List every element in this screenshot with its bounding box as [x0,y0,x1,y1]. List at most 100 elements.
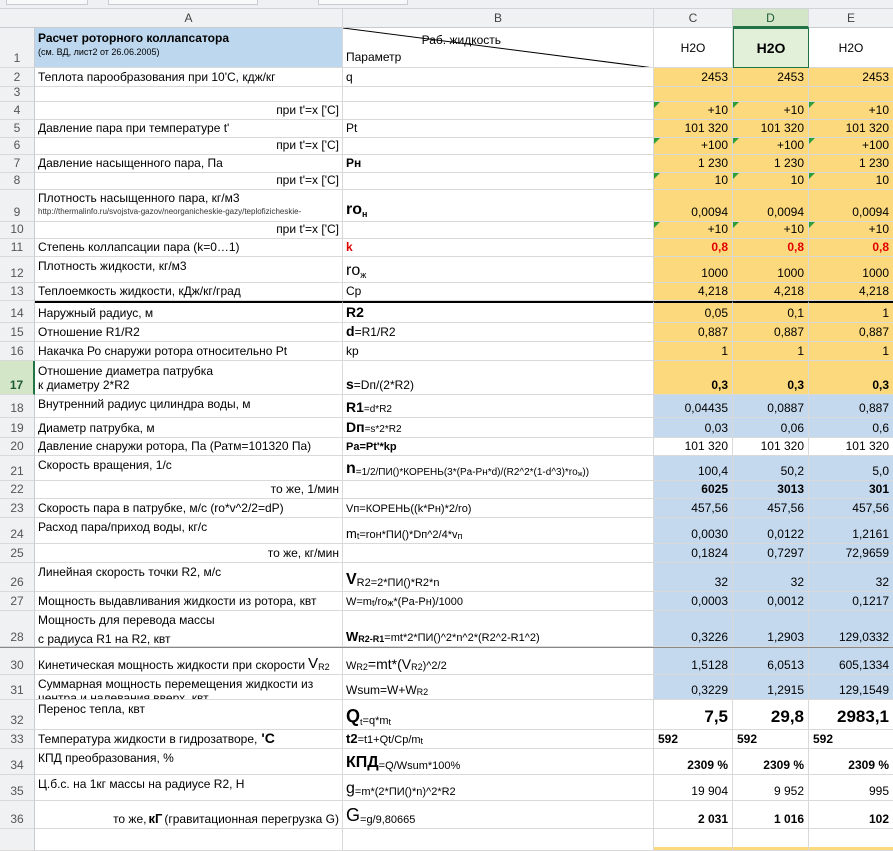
value-cell-c[interactable]: 1 230 [654,155,733,173]
value-cell-c[interactable]: +100 [654,138,733,155]
param-cell[interactable]: k [343,239,654,257]
value-cell-c[interactable]: 10 [654,173,733,190]
row-number[interactable]: 25 [0,544,35,563]
value-cell-e[interactable]: 101 320 [809,438,893,456]
label-cell[interactable] [35,829,343,851]
row-number[interactable]: 18 [0,395,35,418]
label-cell[interactable]: при t'=x ['С] [35,138,343,155]
param-cell[interactable]: V R2 =2*ПИ()*R2*n [343,563,654,592]
param-cell[interactable] [343,138,654,155]
value-cell-d[interactable]: 4,218 [733,283,809,301]
param-cell[interactable]: Pн [343,155,654,173]
value-cell-e[interactable]: 605,1334 [809,648,893,675]
label-cell[interactable]: то же, 1/мин [35,481,343,499]
value-cell-e[interactable]: 72,9659 [809,544,893,563]
label-cell[interactable]: Ц.б.с. на 1кг массы на радиусе R2, Н [35,775,343,801]
row-number[interactable]: 5 [0,120,35,138]
value-cell-c[interactable]: 0,3226 [654,611,733,647]
row-number[interactable]: 2 [0,68,35,87]
value-cell-c[interactable]: +10 [654,102,733,120]
value-cell-d[interactable]: 0,0887 [733,395,809,418]
value-cell-d[interactable]: 0,0094 [733,190,809,222]
row-number[interactable]: 7 [0,155,35,173]
value-cell-e[interactable]: +10 [809,102,893,120]
row-number[interactable]: 33 [0,730,35,749]
row-number[interactable]: 12 [0,257,35,283]
label-cell[interactable]: Суммарная мощность перемещения жидкости … [35,675,343,700]
param-cell[interactable] [343,87,654,102]
value-cell-c[interactable]: +10 [654,222,733,239]
param-cell[interactable] [343,102,654,120]
value-cell-c[interactable]: 0,0003 [654,592,733,611]
value-cell-e[interactable]: 2309 % [809,749,893,775]
param-cell[interactable]: Qt =q*m t [343,700,654,730]
label-cell[interactable]: Мощность для перевода массы с радиуса R1… [35,611,343,647]
value-cell-c[interactable]: 0,05 [654,301,733,323]
param-cell[interactable]: kp [343,342,654,361]
value-cell-d[interactable]: 0,0012 [733,592,809,611]
value-cell-c[interactable]: 32 [654,563,733,592]
value-cell-e[interactable]: 1,2161 [809,518,893,544]
row-number[interactable]: 11 [0,239,35,257]
label-cell[interactable]: Скорость пара в патрубке, м/с (ro*v^2/2=… [35,499,343,518]
label-cell[interactable]: Скорость вращения, 1/с [35,456,343,481]
value-cell-e[interactable]: 0,887 [809,395,893,418]
param-cell[interactable]: Wsum=W+W R2 [343,675,654,700]
value-cell-d[interactable]: 0,7297 [733,544,809,563]
row-number[interactable]: 32 [0,700,35,730]
label-cell[interactable]: Давление насыщенного пара, Па [35,155,343,173]
column-header-d[interactable]: D [733,9,809,28]
label-cell[interactable]: Давление снаружи ротора, Па (Ратм=101320… [35,438,343,456]
fluid-cell-d[interactable]: H2O [733,28,809,68]
row-number[interactable]: 27 [0,592,35,611]
value-cell-e[interactable]: 0,8 [809,239,893,257]
value-cell-d[interactable]: 2309 % [733,749,809,775]
value-cell-c[interactable]: 457,56 [654,499,733,518]
param-cell[interactable]: d =R1/R2 [343,323,654,342]
header-param-cell[interactable]: Раб. жидкость Параметр [343,28,654,68]
row-number[interactable]: 17 [0,361,35,395]
param-cell[interactable]: n =1/2/ПИ()*КОРЕНЬ(3*(Pa-Pн*d)/(R2^2*(1-d… [343,456,654,481]
param-cell[interactable]: t2 =t1+Qt/Cp/m t [343,730,654,749]
label-cell[interactable]: Кинетическая мощность жидкости при скоро… [35,648,343,675]
value-cell-d[interactable]: 0,8 [733,239,809,257]
value-cell-d[interactable]: 1 016 [733,801,809,829]
param-cell[interactable]: Pt [343,120,654,138]
value-cell-c[interactable]: 19 904 [654,775,733,801]
value-cell-e[interactable]: 5,0 [809,456,893,481]
label-cell[interactable]: Плотность жидкости, кг/м3 [35,257,343,283]
param-cell[interactable]: G =g/9,80665 [343,801,654,829]
value-cell-c[interactable]: 0,3 [654,361,733,395]
row-number[interactable]: 6 [0,138,35,155]
column-header-a[interactable]: A [35,9,343,28]
value-cell-e[interactable]: 101 320 [809,120,893,138]
value-cell-c[interactable]: 0,1824 [654,544,733,563]
column-header-b[interactable]: B [343,9,654,28]
row-number[interactable]: 30 [0,648,35,675]
label-cell[interactable]: то же, кГ (гравитационная перегрузка G) [35,801,343,829]
header-title-cell[interactable]: Расчет роторного коллапсатора (см. ВД, л… [35,28,343,68]
value-cell-c[interactable]: 0,0094 [654,190,733,222]
value-cell-e[interactable]: +10 [809,222,893,239]
value-cell-d[interactable]: 101 320 [733,438,809,456]
value-cell-d[interactable]: 0,3 [733,361,809,395]
value-cell-c[interactable]: 1,5128 [654,648,733,675]
param-cell[interactable]: Dп =s*2*R2 [343,418,654,438]
value-cell-d[interactable]: 0,887 [733,323,809,342]
value-cell-e[interactable]: 0,1217 [809,592,893,611]
value-cell-e[interactable]: 2983,1 [809,700,893,730]
label-cell[interactable]: Давление пара при температуре t' [35,120,343,138]
label-cell[interactable]: КПД преобразования, % [35,749,343,775]
value-cell-c[interactable]: 0,887 [654,323,733,342]
value-cell-d[interactable]: 457,56 [733,499,809,518]
value-cell-e[interactable]: 0,0094 [809,190,893,222]
value-cell-c[interactable]: 0,03 [654,418,733,438]
value-cell-d[interactable]: 1,2915 [733,675,809,700]
label-cell[interactable]: Теплоемкость жидкости, кДж/кг/град [35,283,343,301]
row-number[interactable] [0,829,35,851]
label-cell[interactable]: Мощность выдавливания жидкости из ротора… [35,592,343,611]
value-cell-c[interactable]: 592 [654,730,733,749]
row-number[interactable]: 10 [0,222,35,239]
row-number[interactable]: 13 [0,283,35,301]
row-number[interactable]: 9 [0,190,35,222]
